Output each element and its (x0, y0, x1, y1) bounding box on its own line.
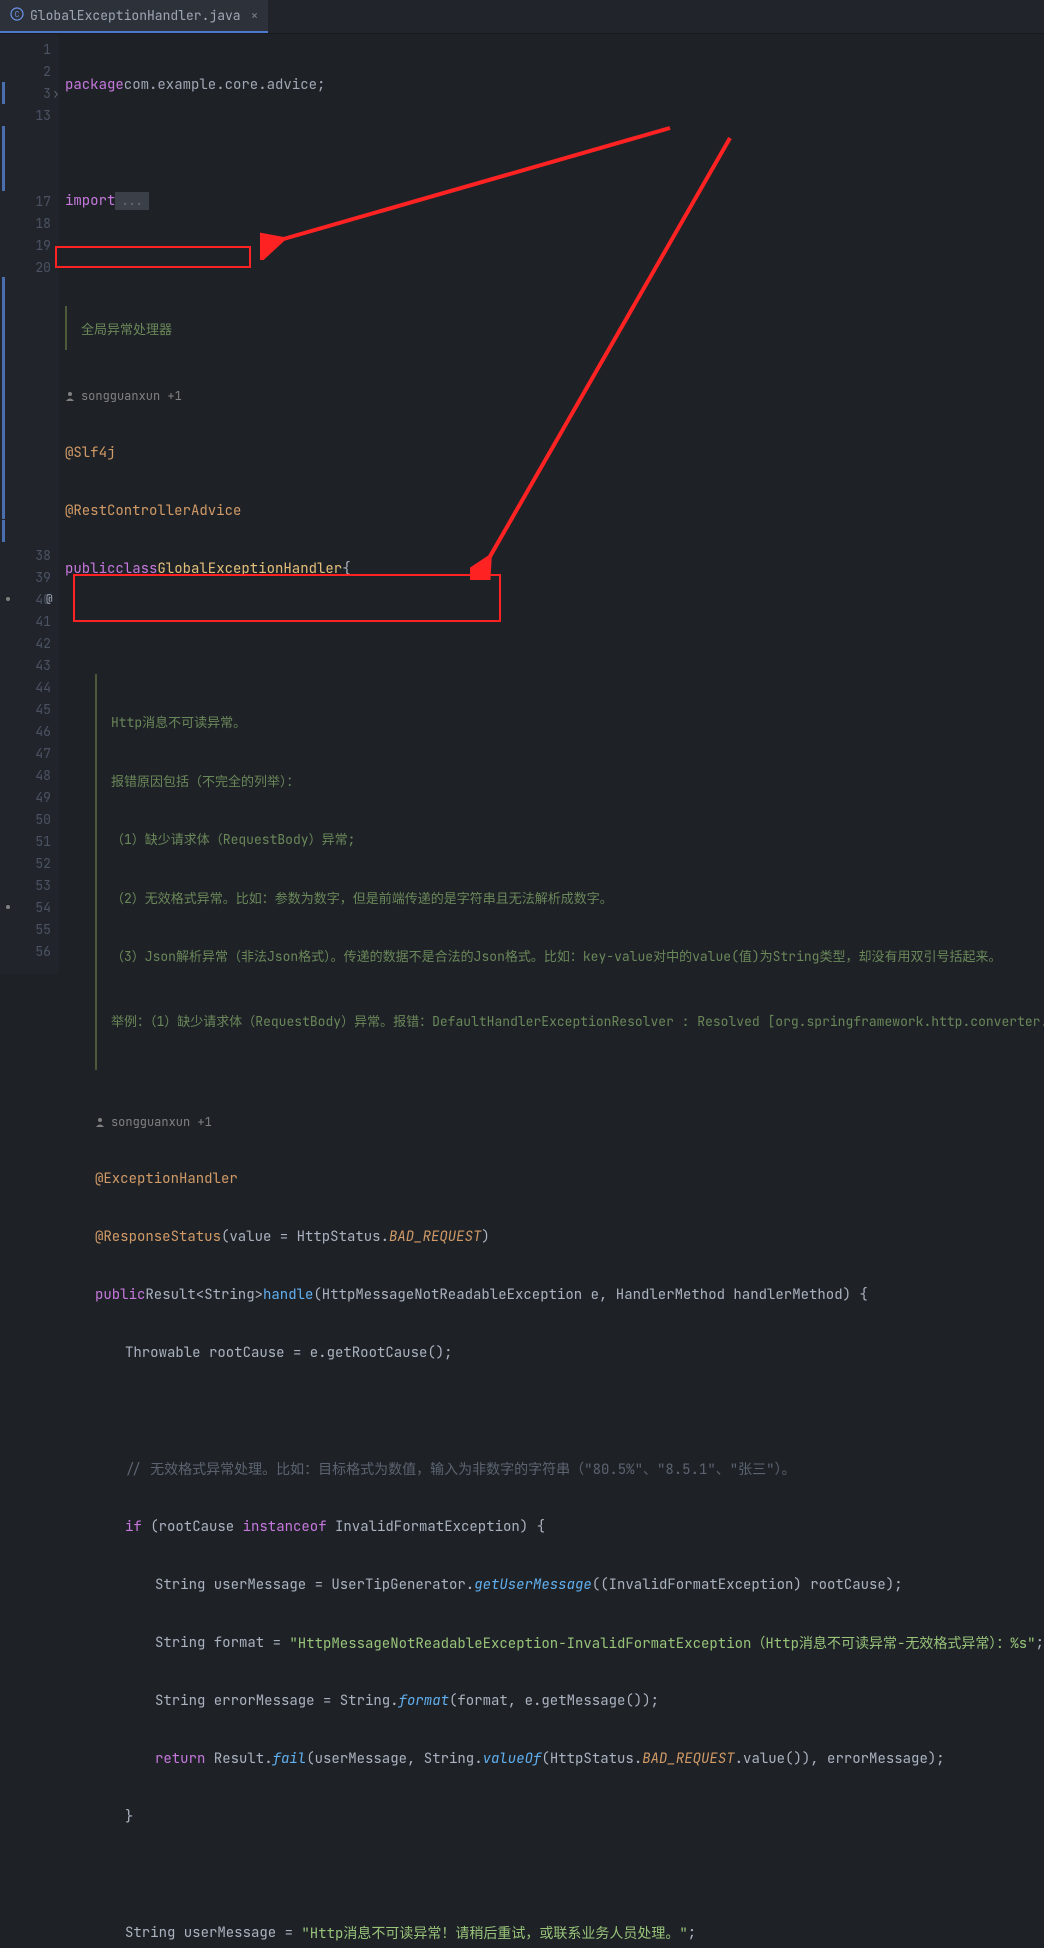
annotation-exceptionhandler: @ExceptionHandler (95, 1170, 238, 1188)
line-gutter: 123›1317181920383940@4142434445464748495… (0, 34, 59, 974)
tab-filename: GlobalExceptionHandler.java (30, 7, 241, 24)
tab-bar: C GlobalExceptionHandler.java × (0, 0, 1044, 34)
code-editor[interactable]: 123›1317181920383940@4142434445464748495… (0, 34, 1044, 974)
annotation-restcontrolleradvice: @RestControllerAdvice (65, 502, 241, 520)
highlight-box-annotations-2 (73, 574, 501, 622)
author-hint: songguanxun +1 (59, 386, 1044, 406)
code-area[interactable]: package com.example.core.advice; import … (59, 34, 1044, 974)
person-icon (95, 1116, 107, 1128)
annotation-slf4j: @Slf4j (65, 444, 115, 462)
svg-text:C: C (15, 10, 20, 20)
file-tab[interactable]: C GlobalExceptionHandler.java × (0, 0, 268, 33)
javadoc-block: Http消息不可读异常。 报错原因包括（不完全的列举）： （1）缺少请求体（Re… (95, 674, 715, 1070)
author-hint-inner: songguanxun +1 (59, 1112, 1044, 1132)
person-icon (65, 390, 77, 402)
java-file-icon: C (10, 7, 24, 25)
close-icon[interactable]: × (251, 7, 259, 24)
doc-comment: 全局异常处理器 (81, 319, 172, 338)
